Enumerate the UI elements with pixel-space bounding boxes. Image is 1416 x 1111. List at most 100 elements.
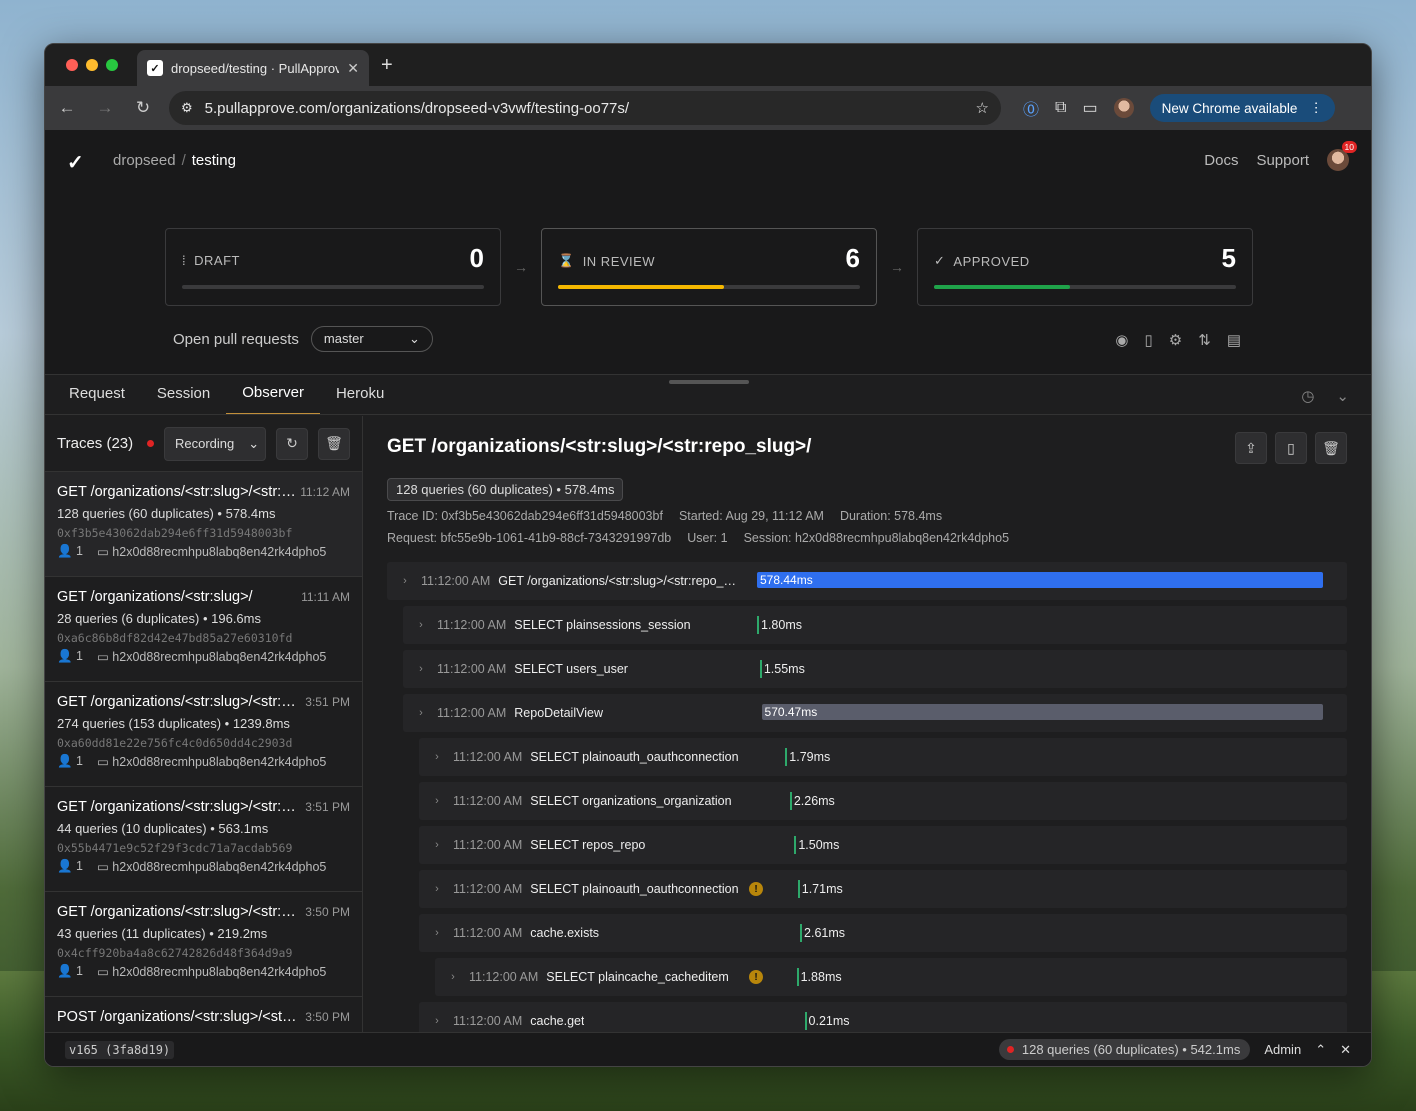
new-chrome-available-button[interactable]: New Chrome available ⋮ [1149, 94, 1335, 122]
refresh-button[interactable]: ↻ [276, 427, 308, 460]
settings-gear-icon[interactable]: ⚙ [1169, 331, 1182, 349]
clear-traces-button[interactable]: 🗑 [318, 427, 350, 460]
span-row[interactable]: › 11:12:00 AM SELECT plainoauth_oauthcon… [419, 738, 1347, 776]
delete-trace-button[interactable]: 🗑 [1315, 432, 1347, 464]
user-avatar[interactable]: 10 [1327, 141, 1357, 171]
bookmark-star-icon[interactable]: ☆ [976, 99, 989, 117]
trace-user-row: 👤 1 ▭ h2x0d88recmhpu8labq8en42rk4dpho5 [57, 859, 350, 874]
address-bar[interactable]: ⚙ 5.pullapprove.com/organizations/dropse… [169, 91, 1001, 125]
span-row[interactable]: › 11:12:00 AM SELECT repos_repo 1.50ms [419, 826, 1347, 864]
expand-chevron-up-icon[interactable]: ⌃ [1315, 1042, 1326, 1058]
span-row[interactable]: › 11:12:00 AM SELECT users_user 1.55ms [403, 650, 1347, 688]
expand-chevron-icon[interactable]: › [413, 663, 429, 675]
minimize-window-button[interactable] [86, 59, 98, 71]
support-link[interactable]: Support [1256, 152, 1309, 169]
trace-hash: 0x4cff920ba4a8c62742826d48f364d9a9 [57, 946, 293, 960]
span-row[interactable]: › 11:12:00 AM cache.get 0.21ms [419, 1002, 1347, 1032]
span-time: 11:12:00 AM [437, 706, 507, 720]
span-duration-tick: 1.79ms [785, 748, 830, 766]
recording-select[interactable]: Recording ⌄ [164, 426, 266, 461]
trace-meta: 128 queries (60 duplicates) • 578.4ms [57, 506, 276, 521]
span-row[interactable]: › 11:12:00 AM SELECT organizations_organ… [419, 782, 1347, 820]
sort-icon[interactable]: ⇅ [1198, 331, 1211, 349]
in-review-label: ⌛ IN REVIEW [558, 253, 655, 269]
expand-chevron-icon[interactable]: › [429, 927, 445, 939]
branch-select[interactable]: master ⌄ [310, 326, 433, 352]
close-toolbar-icon[interactable]: ✕ [1340, 1042, 1351, 1058]
trace-meta: 274 queries (153 duplicates) • 1239.8ms [57, 716, 290, 731]
browser-tab[interactable]: ✓ dropseed/testing · PullApprove ✕ [137, 50, 369, 86]
observer-status-pill[interactable]: 128 queries (60 duplicates) • 542.1ms [998, 1039, 1251, 1060]
approved-card[interactable]: ✓ APPROVED 5 [917, 228, 1253, 306]
breadcrumb-repo[interactable]: testing [192, 152, 236, 169]
span-row[interactable]: › 11:12:00 AM GET /organizations/<str:sl… [387, 562, 1347, 600]
span-row[interactable]: › 11:12:00 AM SELECT plaincache_cachedit… [435, 958, 1347, 996]
media-icon[interactable]: ▭ [1082, 98, 1097, 118]
expand-chevron-icon[interactable]: › [429, 839, 445, 851]
span-name: cache.get [530, 1014, 585, 1028]
span-timeline: 1.55ms [757, 660, 1323, 678]
resize-handle[interactable] [669, 380, 749, 384]
kebab-menu-icon: ⋮ [1309, 100, 1323, 115]
expand-chevron-icon[interactable]: › [413, 707, 429, 719]
in-review-card[interactable]: ⌛ IN REVIEW 6 [541, 228, 877, 306]
forward-icon[interactable]: → [93, 98, 117, 118]
span-row[interactable]: › 11:12:00 AM SELECT plainoauth_oauthcon… [419, 870, 1347, 908]
close-tab-icon[interactable]: ✕ [347, 60, 359, 77]
tab-title: dropseed/testing · PullApprove [171, 60, 340, 76]
extensions-icon[interactable]: ⧉ [1055, 99, 1066, 117]
expand-chevron-icon[interactable]: › [429, 795, 445, 807]
password-manager-icon[interactable]: ⓪ [1023, 96, 1039, 120]
span-waterfall: › 11:12:00 AM GET /organizations/<str:sl… [387, 562, 1347, 1032]
span-row[interactable]: › 11:12:00 AM RepoDetailView 570.47ms [403, 694, 1347, 732]
expand-chevron-icon[interactable]: › [445, 971, 461, 983]
breadcrumb-org[interactable]: dropseed [113, 152, 176, 169]
github-icon[interactable]: ◉ [1115, 331, 1128, 349]
clock-icon[interactable]: ◷ [1301, 387, 1314, 405]
tab-request[interactable]: Request [53, 385, 141, 414]
draft-label: ⁞ DRAFT [182, 253, 240, 268]
trace-time: 3:51 PM [305, 800, 350, 814]
span-time: 11:12:00 AM [437, 618, 507, 632]
trace-item[interactable]: GET /organizations/<str:slug>/<str:repo_… [45, 472, 362, 577]
admin-link[interactable]: Admin [1264, 1042, 1301, 1057]
trace-item[interactable]: GET /organizations/<str:slug>/<str:repo_… [45, 787, 362, 892]
expand-chevron-icon[interactable]: › [429, 883, 445, 895]
trace-item[interactable]: POST /organizations/<str:slug>/<str:repo… [45, 997, 362, 1032]
recording-dot [1006, 1046, 1014, 1053]
pullapprove-logo-icon[interactable]: ✓ [67, 150, 93, 174]
trace-item[interactable]: GET /organizations/<str:slug>/<str:repo_… [45, 892, 362, 997]
expand-chevron-icon[interactable]: › [397, 575, 413, 587]
tab-observer[interactable]: Observer [226, 384, 320, 414]
trace-path: GET /organizations/<str:slug>/ [57, 589, 253, 605]
tab-session[interactable]: Session [141, 385, 226, 414]
expand-chevron-icon[interactable]: › [413, 619, 429, 631]
expand-chevron-icon[interactable]: › [429, 751, 445, 763]
trace-started: Started: Aug 29, 11:12 AM [678, 509, 824, 523]
draft-card[interactable]: ⁞ DRAFT 0 [165, 228, 501, 306]
span-row[interactable]: › 11:12:00 AM SELECT plainsessions_sessi… [403, 606, 1347, 644]
tab-heroku[interactable]: Heroku [320, 385, 400, 414]
browser-toolbar: ← → ↻ ⚙ 5.pullapprove.com/organizations/… [45, 86, 1371, 130]
reload-icon[interactable]: ↻ [131, 98, 155, 118]
new-tab-icon[interactable]: + [381, 54, 393, 77]
docs-link[interactable]: Docs [1204, 152, 1238, 169]
collapse-chevron-icon[interactable]: ⌄ [1336, 387, 1349, 405]
share-button[interactable]: ⇪ [1235, 432, 1267, 464]
json-download-button[interactable]: ▯ [1275, 432, 1307, 464]
span-name: cache.exists [530, 926, 600, 940]
breadcrumb-separator: / [181, 151, 186, 169]
trace-item[interactable]: GET /organizations/<str:slug>/<str:repo_… [45, 682, 362, 787]
trace-user-row: 👤 1 ▭ h2x0d88recmhpu8labq8en42rk4dpho5 [57, 964, 350, 979]
profile-avatar[interactable] [1113, 98, 1134, 118]
archive-icon[interactable]: ▤ [1227, 331, 1241, 349]
trace-request-id: Request: bfc55e9b-1061-41b9-88cf-7343291… [387, 531, 672, 545]
span-row[interactable]: › 11:12:00 AM cache.exists 2.61ms [419, 914, 1347, 952]
close-window-button[interactable] [66, 59, 78, 71]
zoom-window-button[interactable] [106, 59, 118, 71]
back-icon[interactable]: ← [55, 98, 79, 118]
trace-item[interactable]: GET /organizations/<str:slug>/ 11:11 AM 2… [45, 577, 362, 682]
config-file-icon[interactable]: ▯ [1145, 331, 1153, 349]
expand-chevron-icon[interactable]: › [429, 1015, 445, 1027]
site-info-icon[interactable]: ⚙ [181, 100, 193, 116]
